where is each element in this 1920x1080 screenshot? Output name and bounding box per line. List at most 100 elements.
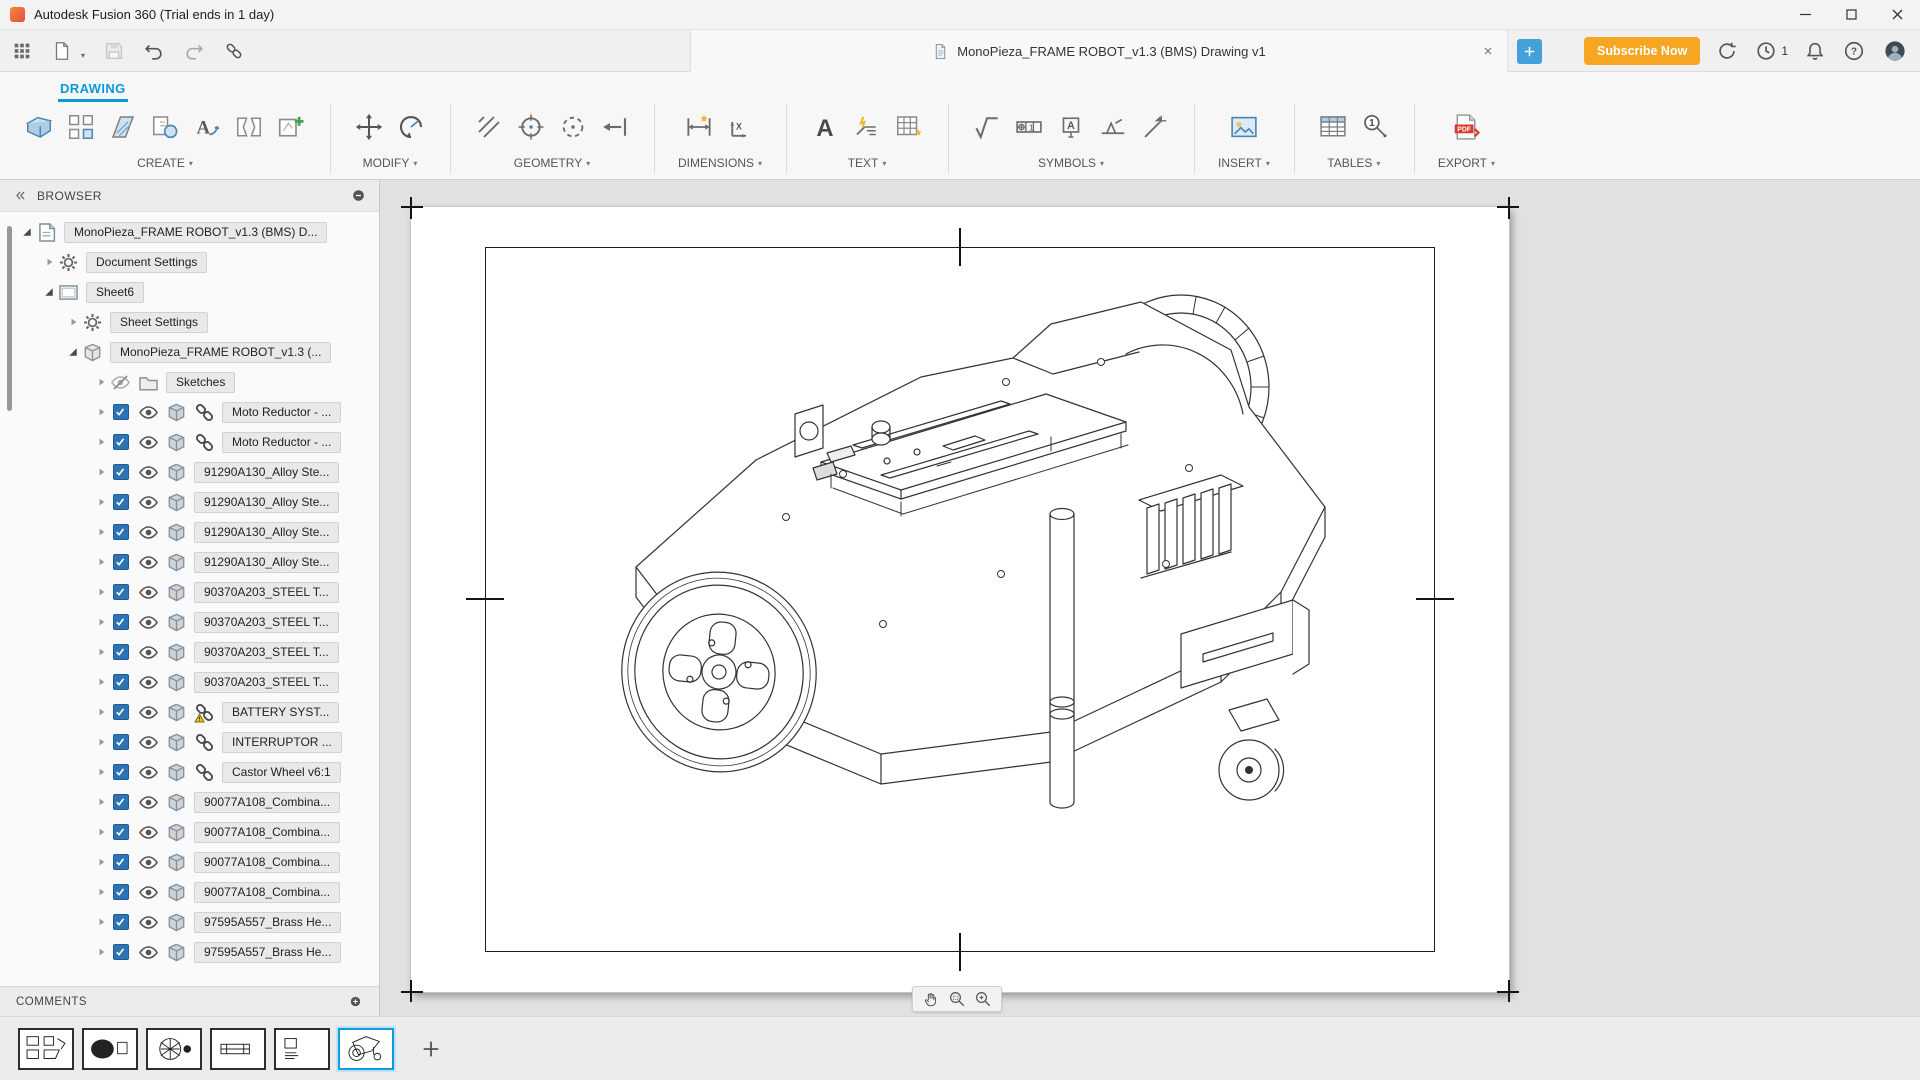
expand-arrow-icon[interactable]: [92, 734, 110, 750]
tree-item-label[interactable]: Document Settings: [86, 251, 208, 273]
insert-image-icon[interactable]: [1229, 112, 1259, 142]
visibility-checkbox[interactable]: [113, 914, 129, 930]
eye-icon[interactable]: [138, 582, 159, 603]
expand-arrow-icon[interactable]: [92, 674, 110, 690]
tree-item-label[interactable]: 91290A130_Alloy Ste...: [194, 551, 340, 573]
tree-item-label[interactable]: Sheet Settings: [110, 311, 209, 333]
ribbon-group-label[interactable]: MODIFY ▾: [363, 156, 418, 170]
sheet-thumbnail[interactable]: [146, 1027, 202, 1070]
visibility-checkbox[interactable]: [113, 854, 129, 870]
tree-item-label[interactable]: Sheet6: [86, 281, 145, 303]
add-sheet-button[interactable]: [418, 1036, 444, 1062]
file-menu-icon[interactable]: [50, 39, 73, 62]
sym-fcf-icon[interactable]: 1: [1014, 112, 1044, 142]
tree-item-label[interactable]: INTERRUPTOR ...: [222, 731, 342, 753]
expand-arrow-icon[interactable]: [92, 794, 110, 810]
pan-hand-icon[interactable]: [922, 990, 940, 1008]
tree-item-label[interactable]: 90370A203_STEEL T...: [194, 641, 339, 663]
visibility-checkbox[interactable]: [113, 764, 129, 780]
eye-icon[interactable]: [138, 432, 159, 453]
help-icon[interactable]: ?: [1842, 39, 1866, 63]
sheet-thumbnail[interactable]: [274, 1027, 330, 1070]
sheet-thumbnail[interactable]: [210, 1027, 266, 1070]
projected-view-icon[interactable]: [66, 112, 96, 142]
tree-item-label[interactable]: Castor Wheel v6:1: [222, 761, 341, 783]
save-icon[interactable]: [102, 39, 125, 62]
share-link-icon[interactable]: [222, 39, 245, 62]
tree-item-label[interactable]: 90077A108_Combina...: [194, 851, 341, 873]
table-icon[interactable]: [1318, 112, 1348, 142]
dim-linear-icon[interactable]: [684, 112, 714, 142]
tree-item-label[interactable]: Moto Reductor - ...: [222, 401, 342, 423]
sym-edge-icon[interactable]: [1140, 112, 1170, 142]
expand-arrow-icon[interactable]: [92, 494, 110, 510]
tree-item-label[interactable]: MonoPieza_FRAME ROBOT_v1.3 (BMS) D...: [64, 221, 328, 243]
expand-arrow-icon[interactable]: [40, 254, 58, 270]
tree-item-label[interactable]: 90077A108_Combina...: [194, 791, 341, 813]
ribbon-group-label[interactable]: SYMBOLS ▾: [1038, 156, 1104, 170]
drawing-sheet[interactable]: [401, 197, 1519, 1002]
tree-item-label[interactable]: 91290A130_Alloy Ste...: [194, 521, 340, 543]
tree-item-label[interactable]: 90077A108_Combina...: [194, 821, 341, 843]
expand-arrow-icon[interactable]: [92, 584, 110, 600]
feedback-icon[interactable]: [1715, 39, 1739, 63]
tree-item-label[interactable]: Moto Reductor - ...: [222, 431, 342, 453]
visibility-checkbox[interactable]: [113, 674, 129, 690]
ribbon-group-label[interactable]: TEXT ▾: [848, 156, 887, 170]
expand-arrow-icon[interactable]: [92, 614, 110, 630]
sym-surface-icon[interactable]: [972, 112, 1002, 142]
eye-icon[interactable]: [138, 792, 159, 813]
section-view-icon[interactable]: [108, 112, 138, 142]
eye-icon[interactable]: [138, 642, 159, 663]
expand-arrow-icon[interactable]: [92, 824, 110, 840]
sym-datum-icon[interactable]: A: [1056, 112, 1086, 142]
visibility-checkbox[interactable]: [113, 794, 129, 810]
ribbon-group-label[interactable]: DIMENSIONS ▾: [678, 156, 762, 170]
expand-arrow-icon[interactable]: [92, 404, 110, 420]
expand-arrow-icon[interactable]: [92, 464, 110, 480]
expand-arrow-icon[interactable]: [92, 914, 110, 930]
eye-icon[interactable]: [138, 822, 159, 843]
eye-icon[interactable]: [138, 672, 159, 693]
expand-comments-icon[interactable]: [348, 994, 363, 1009]
tree-item-label[interactable]: 90370A203_STEEL T...: [194, 611, 339, 633]
visibility-checkbox[interactable]: [113, 434, 129, 450]
zoom-plus-icon[interactable]: [974, 990, 992, 1008]
undo-icon[interactable]: [142, 39, 165, 62]
subscribe-button[interactable]: Subscribe Now: [1584, 36, 1701, 65]
expand-arrow-icon[interactable]: [92, 524, 110, 540]
expand-arrow-icon[interactable]: [18, 224, 36, 240]
eye-icon[interactable]: [138, 882, 159, 903]
visibility-checkbox[interactable]: [113, 494, 129, 510]
text-leader-icon[interactable]: [852, 112, 882, 142]
base-view-icon[interactable]: [24, 112, 54, 142]
text-table-icon[interactable]: [894, 112, 924, 142]
sym-weld-icon[interactable]: [1098, 112, 1128, 142]
visibility-checkbox[interactable]: [113, 644, 129, 660]
visibility-checkbox[interactable]: [113, 824, 129, 840]
eye-icon[interactable]: [138, 912, 159, 933]
visibility-checkbox[interactable]: [113, 734, 129, 750]
tree-item-label[interactable]: 91290A130_Alloy Ste...: [194, 461, 340, 483]
browser-scrollbar[interactable]: [7, 226, 12, 411]
dim-ordinate-icon[interactable]: X: [726, 112, 756, 142]
tree-item-label[interactable]: Sketches: [166, 371, 236, 393]
project-arrow-icon[interactable]: [600, 112, 630, 142]
comments-bar[interactable]: COMMENTS: [0, 986, 379, 1016]
workspace-tab-drawing[interactable]: DRAWING: [58, 77, 128, 102]
collapse-panel-icon[interactable]: [12, 187, 29, 204]
eye-icon[interactable]: [138, 762, 159, 783]
tree-item-label[interactable]: 90370A203_STEEL T...: [194, 581, 339, 603]
expand-arrow-icon[interactable]: [92, 944, 110, 960]
tree-item-label[interactable]: BATTERY SYST...: [222, 701, 340, 723]
app-grid-icon[interactable]: [10, 39, 33, 62]
expand-arrow-icon[interactable]: [64, 314, 82, 330]
maximize-button[interactable]: [1828, 0, 1874, 30]
document-tab[interactable]: MonoPieza_FRAME ROBOT_v1.3 (BMS) Drawing…: [690, 30, 1508, 72]
expand-arrow-icon[interactable]: [92, 434, 110, 450]
eye-icon[interactable]: [138, 462, 159, 483]
pdf-icon[interactable]: PDF: [1451, 112, 1481, 142]
tree-item-label[interactable]: 97595A557_Brass He...: [194, 941, 342, 963]
eye-icon[interactable]: [138, 942, 159, 963]
ribbon-group-label[interactable]: CREATE ▾: [137, 156, 193, 170]
